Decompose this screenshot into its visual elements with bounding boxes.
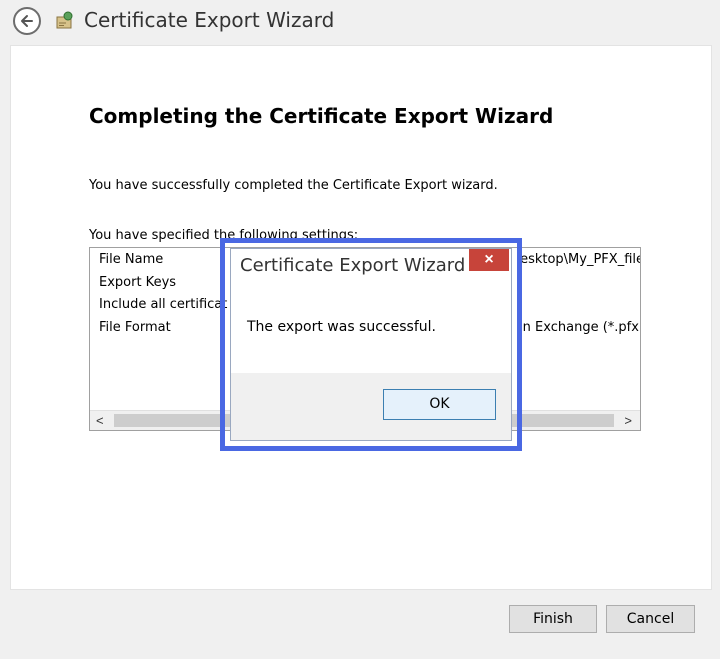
- title-bar: Certificate Export Wizard: [0, 0, 720, 40]
- cancel-button[interactable]: Cancel: [606, 605, 695, 633]
- back-button[interactable]: [13, 7, 41, 35]
- dialog-footer: OK: [231, 373, 511, 440]
- success-dialog: Certificate Export Wizard × The export w…: [230, 248, 512, 441]
- settings-row-label: Include all certificat: [99, 297, 228, 312]
- settings-row-value: n Exchange (*.pfx): [522, 320, 641, 335]
- back-arrow-icon: [21, 15, 33, 27]
- settings-row-label: File Name: [99, 252, 164, 267]
- dialog-message: The export was successful.: [247, 319, 436, 335]
- certificate-wizard-icon: [56, 11, 73, 29]
- ok-button[interactable]: OK: [383, 389, 496, 420]
- dialog-title-bar: Certificate Export Wizard ×: [231, 249, 511, 285]
- dialog-body: The export was successful.: [231, 285, 511, 373]
- settings-row-label: File Format: [99, 320, 171, 335]
- dialog-title: Certificate Export Wizard: [240, 255, 466, 276]
- success-text: You have successfully completed the Cert…: [89, 178, 498, 193]
- settings-row-value: esktop\My_PFX_file: [520, 252, 641, 267]
- window-title: Certificate Export Wizard: [84, 8, 335, 32]
- scroll-right-icon[interactable]: >: [624, 413, 632, 428]
- settings-row-label: Export Keys: [99, 275, 177, 290]
- scroll-left-icon[interactable]: <: [96, 413, 104, 428]
- finish-button[interactable]: Finish: [509, 605, 597, 633]
- close-icon[interactable]: ×: [469, 249, 509, 271]
- page-heading: Completing the Certificate Export Wizard: [89, 104, 554, 128]
